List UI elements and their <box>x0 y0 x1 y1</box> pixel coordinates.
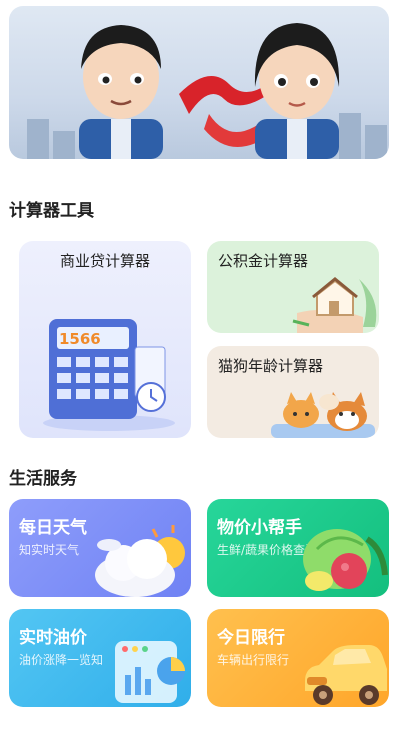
cat-and-dog-icon <box>271 392 375 438</box>
weather-service-card[interactable]: 每日天气 知实时天气 <box>9 499 191 597</box>
oil-price-subtitle: 油价涨降一览知 <box>19 653 104 667</box>
weather-service-title: 每日天气 <box>19 518 87 538</box>
traffic-restriction-card[interactable]: 今日限行 车辆出行限行 <box>207 609 389 707</box>
traffic-restriction-title: 今日限行 <box>217 628 285 648</box>
building-shape <box>27 119 49 159</box>
oil-price-title: 实时油价 <box>19 628 87 648</box>
pet-age-calculator-label: 猫狗年龄计算器 <box>218 357 324 375</box>
provident-fund-calculator-card[interactable]: 公积金计算器 <box>207 241 379 333</box>
sun-cloud-icon <box>95 525 185 597</box>
building-shape <box>365 125 387 159</box>
female-character-illustration <box>254 23 340 159</box>
traffic-restriction-subtitle: 车辆出行限行 <box>217 653 290 667</box>
price-helper-title: 物价小帮手 <box>217 518 302 538</box>
male-character-illustration <box>79 25 163 159</box>
pet-age-calculator-card[interactable]: 猫狗年龄计算器 <box>207 346 379 438</box>
weather-service-subtitle: 知实时天气 <box>19 543 80 557</box>
house-in-hand-icon <box>292 277 377 333</box>
calculator-display-value: 1566 <box>59 330 101 348</box>
chart-board-icon <box>115 641 185 703</box>
car-icon <box>305 645 387 705</box>
calculator-section-title: 计算器工具 <box>9 201 94 221</box>
provident-fund-calculator-label: 公积金计算器 <box>218 252 309 270</box>
vegetables-icon <box>303 529 388 591</box>
price-helper-card[interactable]: 物价小帮手 生鲜/蔬果价格查询 <box>207 499 389 597</box>
calculator-icon <box>43 319 175 431</box>
commercial-loan-calculator-label: 商业贷计算器 <box>59 252 150 270</box>
hero-banner[interactable] <box>9 6 389 159</box>
life-services-section-title: 生活服务 <box>9 469 77 489</box>
commercial-loan-calculator-card[interactable]: 商业贷计算器 1566 <box>19 241 191 438</box>
oil-price-card[interactable]: 实时油价 油价涨降一览知 <box>9 609 191 707</box>
